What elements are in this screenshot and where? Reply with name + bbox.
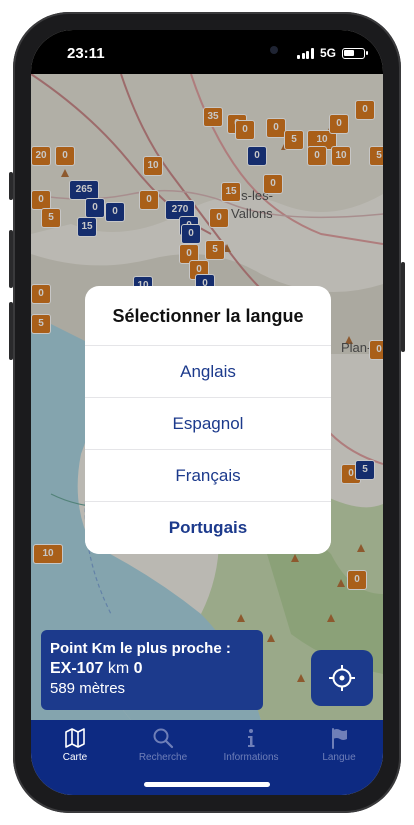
locate-button[interactable] bbox=[311, 650, 373, 706]
language-option-portuguese[interactable]: Portugais bbox=[85, 502, 331, 554]
network-type: 5G bbox=[319, 46, 336, 60]
nearest-km-road-line: EX-107 km 0 bbox=[50, 660, 254, 678]
status-bar: 23:11 5G bbox=[31, 30, 383, 74]
tab-langue[interactable]: Langue bbox=[295, 720, 383, 774]
language-option-french[interactable]: Français bbox=[85, 450, 331, 502]
battery-icon bbox=[342, 47, 368, 59]
info-icon bbox=[248, 729, 255, 747]
distance-text: 589 mètres bbox=[50, 680, 126, 697]
language-option-spanish[interactable]: Espagnol bbox=[85, 398, 331, 450]
tab-recherche[interactable]: Recherche bbox=[119, 720, 207, 774]
status-indicators: 5G bbox=[297, 46, 368, 60]
signal-icon bbox=[297, 47, 314, 59]
search-icon bbox=[153, 728, 174, 749]
volume-down-button bbox=[9, 302, 13, 360]
flag-icon bbox=[332, 728, 347, 749]
map-icon bbox=[65, 728, 85, 748]
volume-up-button bbox=[9, 230, 13, 288]
tab-label: Langue bbox=[322, 752, 356, 763]
tab-label: Carte bbox=[62, 752, 88, 763]
power-button bbox=[401, 262, 405, 352]
crosshair-icon bbox=[329, 665, 355, 691]
screen: 23:11 5G les-les- Vallons Plan- 35 0 0 5… bbox=[31, 30, 383, 795]
status-time: 23:11 bbox=[67, 45, 105, 62]
tab-label: Informations bbox=[223, 752, 279, 763]
silent-switch bbox=[9, 172, 13, 200]
tab-carte[interactable]: Carte bbox=[31, 720, 119, 774]
language-dialog: Sélectionner la langue Anglais Espagnol … bbox=[85, 286, 331, 554]
road-code: EX-107 bbox=[50, 660, 104, 677]
nearest-km-title: Point Km le plus proche : bbox=[50, 640, 231, 657]
camera-icon bbox=[270, 46, 278, 54]
km-value: 0 bbox=[133, 660, 143, 677]
home-indicator bbox=[144, 782, 270, 787]
language-option-english[interactable]: Anglais bbox=[85, 346, 331, 398]
tab-informations[interactable]: Informations bbox=[207, 720, 295, 774]
km-label: km bbox=[107, 660, 130, 677]
tab-label: Recherche bbox=[138, 752, 188, 763]
dialog-title: Sélectionner la langue bbox=[85, 286, 331, 346]
nearest-km-card: Point Km le plus proche : EX-107 km 0 58… bbox=[41, 630, 263, 710]
dynamic-island bbox=[149, 38, 278, 68]
